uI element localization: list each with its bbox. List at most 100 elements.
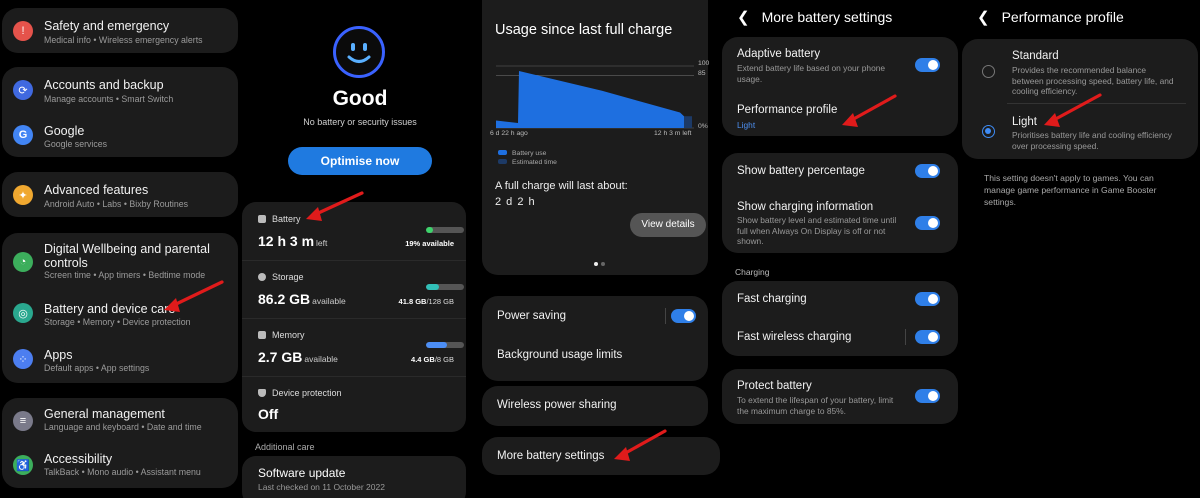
- show-charging-toggle[interactable]: [915, 216, 940, 230]
- wellbeing-icon: ◔: [13, 252, 33, 272]
- memory-icon: [258, 331, 266, 339]
- usage-card: Usage since last full charge 6 d 22 h ag…: [482, 0, 709, 275]
- protect-battery-row[interactable]: Protect battery To extend the lifespan o…: [722, 369, 958, 424]
- legend-swatch-est: [498, 159, 507, 164]
- fast-charging-row[interactable]: Fast charging: [722, 281, 958, 318]
- settings-item-google[interactable]: G Google Google services: [2, 112, 238, 157]
- battery-bar-text: 19% available: [405, 239, 454, 248]
- wireless-sharing-label: Wireless power sharing: [497, 399, 617, 411]
- storage-bar: [426, 284, 464, 290]
- legend-battery-use: Battery use: [512, 150, 547, 157]
- x-tick-start: 6 d 22 h ago: [490, 130, 528, 137]
- adaptive-desc: Extend battery life based on your phone u…: [737, 63, 886, 84]
- more-battery-settings-panel: ❮ More battery settings Adaptive battery …: [720, 0, 960, 498]
- settings-item-title: Apps: [44, 348, 73, 362]
- more-battery-settings-row[interactable]: More battery settings: [482, 437, 720, 475]
- settings-item-title: Advanced features: [44, 183, 149, 197]
- storage-label: Storage: [272, 272, 304, 282]
- page-title: More battery settings: [761, 9, 893, 25]
- settings-item-accessibility[interactable]: ♿ Accessibility TalkBack • Mono audio • …: [2, 443, 238, 488]
- settings-panel: ! Safety and emergency Medical info • Wi…: [0, 0, 240, 498]
- divider: [1007, 103, 1186, 104]
- status-title: Good: [332, 87, 388, 110]
- back-icon[interactable]: ❮: [977, 8, 990, 26]
- settings-item-subtitle: Google services: [44, 139, 108, 149]
- adaptive-title: Adaptive battery: [737, 48, 821, 60]
- settings-item-subtitle: Medical info • Wireless emergency alerts: [44, 35, 203, 45]
- back-icon[interactable]: ❮: [737, 8, 750, 26]
- settings-item-apps[interactable]: ⁘ Apps Default apps • App settings: [2, 338, 238, 383]
- memory-bar-text: 4.4 GB/8 GB: [411, 355, 454, 364]
- settings-item-wellbeing[interactable]: ◔ Digital Wellbeing and parental control…: [2, 233, 238, 288]
- memory-used: 4.4 GB: [411, 355, 435, 364]
- adaptive-group: Adaptive battery Extend battery life bas…: [722, 37, 958, 136]
- storage-bar-fill: [426, 284, 439, 290]
- standard-radio[interactable]: [982, 65, 995, 78]
- settings-item-title: Battery and device care: [44, 302, 176, 316]
- full-charge-label: A full charge will last about:: [495, 180, 628, 192]
- standard-desc: Provides the recommended balance between …: [1012, 65, 1174, 96]
- background-limits-row[interactable]: Background usage limits: [482, 338, 708, 381]
- settings-item-battery-care[interactable]: ◎ Battery and device care Storage • Memo…: [2, 293, 238, 338]
- performance-value: Light: [737, 120, 756, 130]
- protect-battery-toggle[interactable]: [915, 389, 940, 403]
- battery-icon: [258, 215, 266, 223]
- y-tick-0: 0%: [698, 123, 708, 130]
- settings-group-general: ≡ General management Language and keyboa…: [2, 398, 238, 488]
- standard-title: Standard: [1012, 50, 1059, 62]
- protect-battery-title: Protect battery: [737, 380, 812, 392]
- settings-item-safety[interactable]: ! Safety and emergency Medical info • Wi…: [2, 8, 238, 53]
- show-charging-row[interactable]: Show charging information Show battery l…: [722, 189, 958, 253]
- option-standard[interactable]: Standard Provides the recommended balanc…: [962, 39, 1198, 101]
- settings-item-title: Google: [44, 124, 85, 138]
- sliders-icon: ≡: [13, 411, 33, 431]
- wireless-sharing-row[interactable]: Wireless power sharing: [482, 386, 708, 426]
- optimise-button[interactable]: Optimise now: [288, 147, 432, 175]
- adaptive-battery-row[interactable]: Adaptive battery Extend battery life bas…: [722, 37, 958, 87]
- memory-row[interactable]: Memory 2.7 GB available 4.4 GB/8 GB: [242, 318, 466, 376]
- settings-item-subtitle: Default apps • App settings: [44, 363, 150, 373]
- device-stats-card: Battery 12 h 3 m left 19% available Stora…: [242, 202, 466, 432]
- settings-item-accounts[interactable]: ⟳ Accounts and backup Manage accounts • …: [2, 67, 238, 112]
- fast-charging-toggle[interactable]: [915, 292, 940, 306]
- accessibility-icon: ♿: [13, 455, 33, 475]
- smiley-icon: [333, 26, 385, 78]
- fast-charging-label: Fast charging: [737, 293, 807, 305]
- show-percentage-row[interactable]: Show battery percentage: [722, 153, 958, 189]
- light-desc: Prioritises battery life and cooling eff…: [1012, 130, 1172, 151]
- settings-item-subtitle: TalkBack • Mono audio • Assistant menu: [44, 467, 201, 477]
- settings-item-subtitle: Screen time • App timers • Bedtime mode: [44, 270, 206, 280]
- memory-bar-fill: [426, 342, 447, 348]
- settings-item-advanced[interactable]: ✦ Advanced features Android Auto • Labs …: [2, 172, 238, 217]
- battery-row[interactable]: Battery 12 h 3 m left 19% available: [242, 202, 466, 260]
- power-saving-row[interactable]: Power saving: [482, 296, 708, 338]
- battery-unit: left: [316, 238, 328, 248]
- protection-row[interactable]: Device protection Off: [242, 376, 466, 432]
- profile-options: Standard Provides the recommended balanc…: [962, 39, 1198, 159]
- fast-wireless-label: Fast wireless charging: [737, 331, 852, 343]
- option-light[interactable]: Light Prioritises battery life and cooli…: [962, 105, 1198, 159]
- settings-item-general[interactable]: ≡ General management Language and keyboa…: [2, 398, 238, 443]
- settings-group-accounts: ⟳ Accounts and backup Manage accounts • …: [2, 67, 238, 157]
- fast-wireless-toggle[interactable]: [915, 330, 940, 344]
- settings-item-title: Accounts and backup: [44, 78, 164, 92]
- fast-wireless-row[interactable]: Fast wireless charging: [722, 318, 958, 356]
- show-charging-title: Show charging information: [737, 201, 874, 213]
- storage-row[interactable]: Storage 86.2 GB available 41.8 GB/128 GB: [242, 260, 466, 318]
- battery-value: 12 h 3 m: [258, 233, 315, 249]
- software-update-row[interactable]: Software update Last checked on 11 Octob…: [242, 456, 466, 498]
- view-details-button[interactable]: View details: [630, 213, 706, 237]
- power-saving-toggle[interactable]: [671, 309, 696, 323]
- star-gear-icon: ✦: [13, 185, 33, 205]
- settings-group-care: ◔ Digital Wellbeing and parental control…: [2, 233, 238, 383]
- storage-value: 86.2 GB: [258, 291, 311, 307]
- power-group: Power saving Background usage limits: [482, 296, 708, 381]
- show-percentage-toggle[interactable]: [915, 164, 940, 178]
- performance-profile-panel: ❮ Performance profile Standard Provides t…: [960, 0, 1200, 498]
- protect-battery-desc: To extend the lifespan of your battery, …: [737, 395, 894, 416]
- performance-profile-row[interactable]: Performance profile Light: [722, 92, 958, 136]
- storage-bar-text: 41.8 GB/128 GB: [399, 297, 454, 306]
- adaptive-toggle[interactable]: [915, 58, 940, 72]
- battery-use-area: [496, 70, 684, 128]
- light-radio[interactable]: [982, 125, 995, 138]
